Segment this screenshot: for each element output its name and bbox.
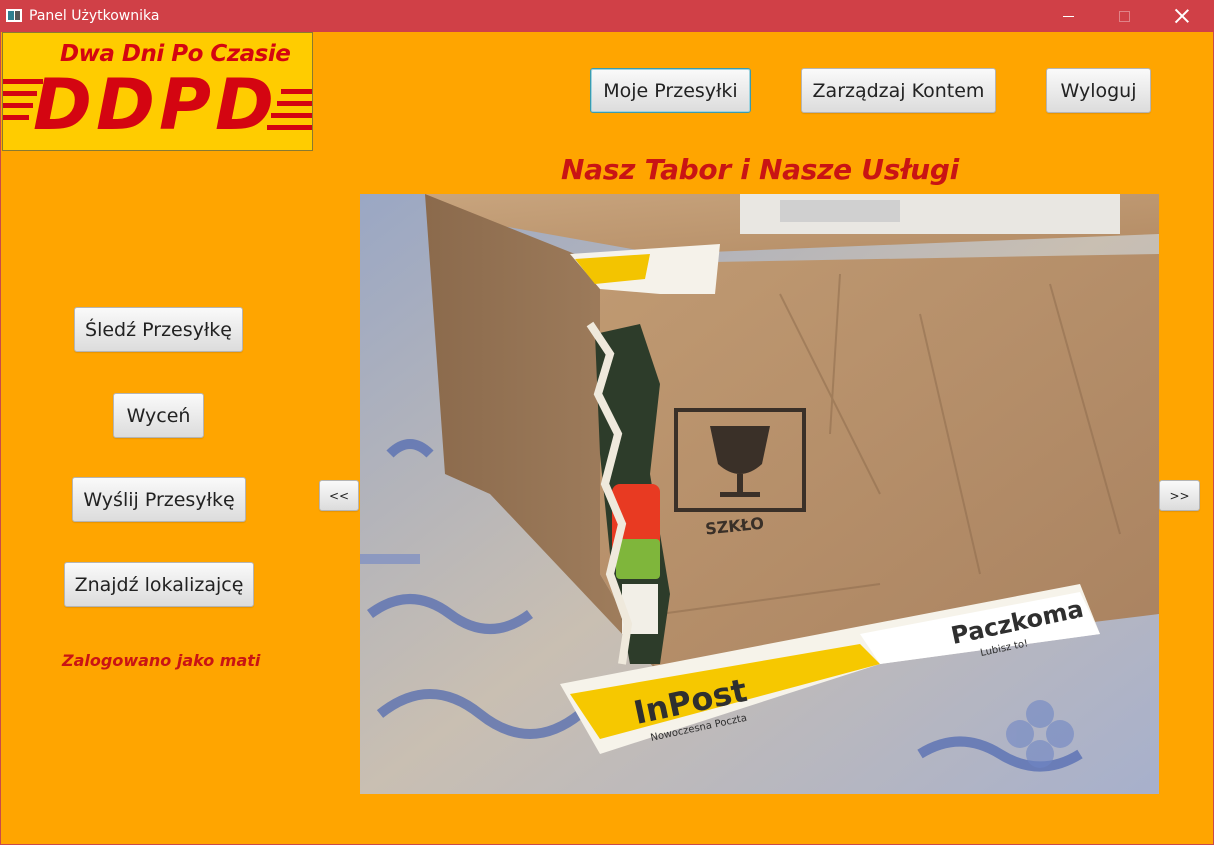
find-location-button[interactable]: Znajdź lokalizajcę [64,562,254,607]
maximize-icon [1118,10,1130,22]
gallery-photo: SZKŁO InPost Nowoczesna Poczta Paczkoma … [360,194,1159,794]
send-shipment-button[interactable]: Wyślij Przesyłkę [72,477,246,522]
close-button[interactable] [1154,0,1210,32]
manage-account-button[interactable]: Zarządzaj Kontem [801,68,996,113]
minimize-icon [1062,15,1074,17]
damaged-parcel-illustration: SZKŁO InPost Nowoczesna Poczta Paczkoma … [360,194,1159,794]
gallery-heading: Nasz Tabor i Nasze Usługi [561,153,959,186]
login-status: Zalogowano jako mati [62,651,261,670]
logout-button[interactable]: Wyloguj [1046,68,1151,113]
my-shipments-button[interactable]: Moje Przesyłki [590,68,751,113]
window-title: Panel Użytkownika [29,8,160,24]
logo-wordmark: DDPD [3,69,312,139]
company-logo: Dwa Dni Po Czasie DDPD [2,32,313,151]
track-shipment-button[interactable]: Śledź Przesyłkę [74,307,243,352]
quote-button[interactable]: Wyceń [113,393,204,438]
close-icon [1175,9,1189,23]
app-icon [6,9,22,22]
title-bar: Panel Użytkownika [0,0,1214,32]
maximize-button[interactable] [1096,0,1152,32]
minimize-button[interactable] [1040,0,1096,32]
gallery-next-button[interactable]: >> [1159,480,1200,511]
logo-wordmark-text: DDPD [33,69,278,139]
logo-tagline: Dwa Dni Po Czasie [60,41,291,67]
gallery-prev-button[interactable]: << [319,480,359,511]
